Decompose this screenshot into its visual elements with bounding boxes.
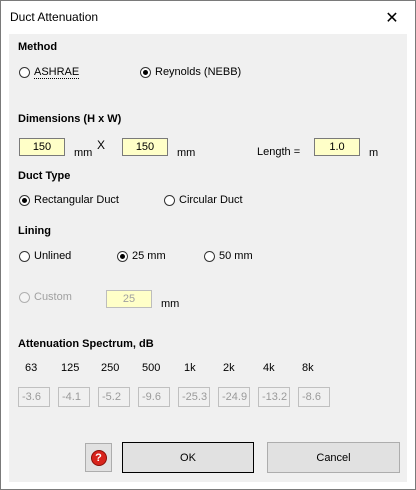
lining-label: Lining [18,225,51,237]
close-icon: ✕ [385,9,399,27]
spectrum-value-box: -8.6 [298,387,330,407]
spectrum-value-box: -24.9 [218,387,250,407]
width-input[interactable]: 150 [122,138,168,156]
lining-unlined-label: Unlined [34,250,72,262]
window-title: Duct Attenuation [10,10,99,24]
length-label: Length = [257,146,301,158]
freq-label: 500 [142,362,161,374]
custom-lining-input[interactable]: 25 [106,290,152,308]
duct-type-label: Duct Type [18,170,71,182]
rectangular-duct-label: Rectangular Duct [34,194,119,206]
height-input[interactable]: 150 [19,138,65,156]
freq-label: 1k [184,362,196,374]
method-reynolds-radio[interactable]: Reynolds (NEBB) [140,66,241,78]
ok-button[interactable]: OK [122,442,254,473]
method-ashrae-radio[interactable]: ASHRAE [19,66,80,79]
spectrum-value-box: -5.2 [98,387,130,407]
rectangular-duct-radio[interactable]: Rectangular Duct [19,194,119,206]
radio-circle [19,250,30,262]
method-label: Method [18,41,58,53]
freq-label: 125 [61,362,80,374]
close-button[interactable]: ✕ [369,1,415,34]
lining-25mm-label: 25 mm [132,250,166,262]
lining-custom-radio[interactable]: Custom [19,291,72,303]
spectrum-value-box: -9.6 [138,387,170,407]
title-bar: Duct Attenuation ✕ [1,1,415,34]
lining-custom-label: Custom [34,291,72,303]
spectrum-label: Attenuation Spectrum, dB [18,338,154,350]
dialog-body: Method ASHRAE Reynolds (NEBB) Dimensions… [9,34,407,482]
freq-label: 250 [101,362,120,374]
radio-circle [204,250,215,262]
width-unit: mm [177,147,196,159]
lining-unlined-radio[interactable]: Unlined [19,250,71,262]
height-unit: mm [74,147,93,159]
radio-circle [19,291,30,303]
dimensions-label: Dimensions (H x W) [18,113,122,125]
circular-duct-label: Circular Duct [179,194,243,206]
length-unit: m [369,147,379,159]
cancel-button[interactable]: Cancel [267,442,400,473]
freq-label: 63 [25,362,38,374]
freq-label: 2k [223,362,235,374]
radio-circle-checked [19,194,30,206]
radio-circle [19,67,30,78]
method-ashrae-label: ASHRAE [34,66,80,79]
freq-label: 4k [263,362,275,374]
custom-lining-unit: mm [161,298,180,310]
lining-25mm-radio[interactable]: 25 mm [117,250,166,262]
question-icon: ? [90,449,107,466]
lining-50mm-label: 50 mm [219,250,253,262]
radio-circle-checked [140,66,151,78]
duct-attenuation-dialog: Duct Attenuation ✕ Method ASHRAE Reynold… [0,0,416,490]
method-reynolds-label: Reynolds (NEBB) [155,66,242,78]
spectrum-value-box: -25.3 [178,387,210,407]
spectrum-value-box: -3.6 [18,387,50,407]
spectrum-value-box: -4.1 [58,387,90,407]
freq-label: 8k [302,362,314,374]
times-sign: X [97,138,106,152]
circular-duct-radio[interactable]: Circular Duct [164,194,243,206]
radio-circle-checked [117,250,128,262]
lining-50mm-radio[interactable]: 50 mm [204,250,253,262]
spectrum-value-box: -13.2 [258,387,290,407]
help-button[interactable]: ? [85,443,112,472]
radio-circle [164,194,175,206]
length-input[interactable]: 1.0 [314,138,360,156]
